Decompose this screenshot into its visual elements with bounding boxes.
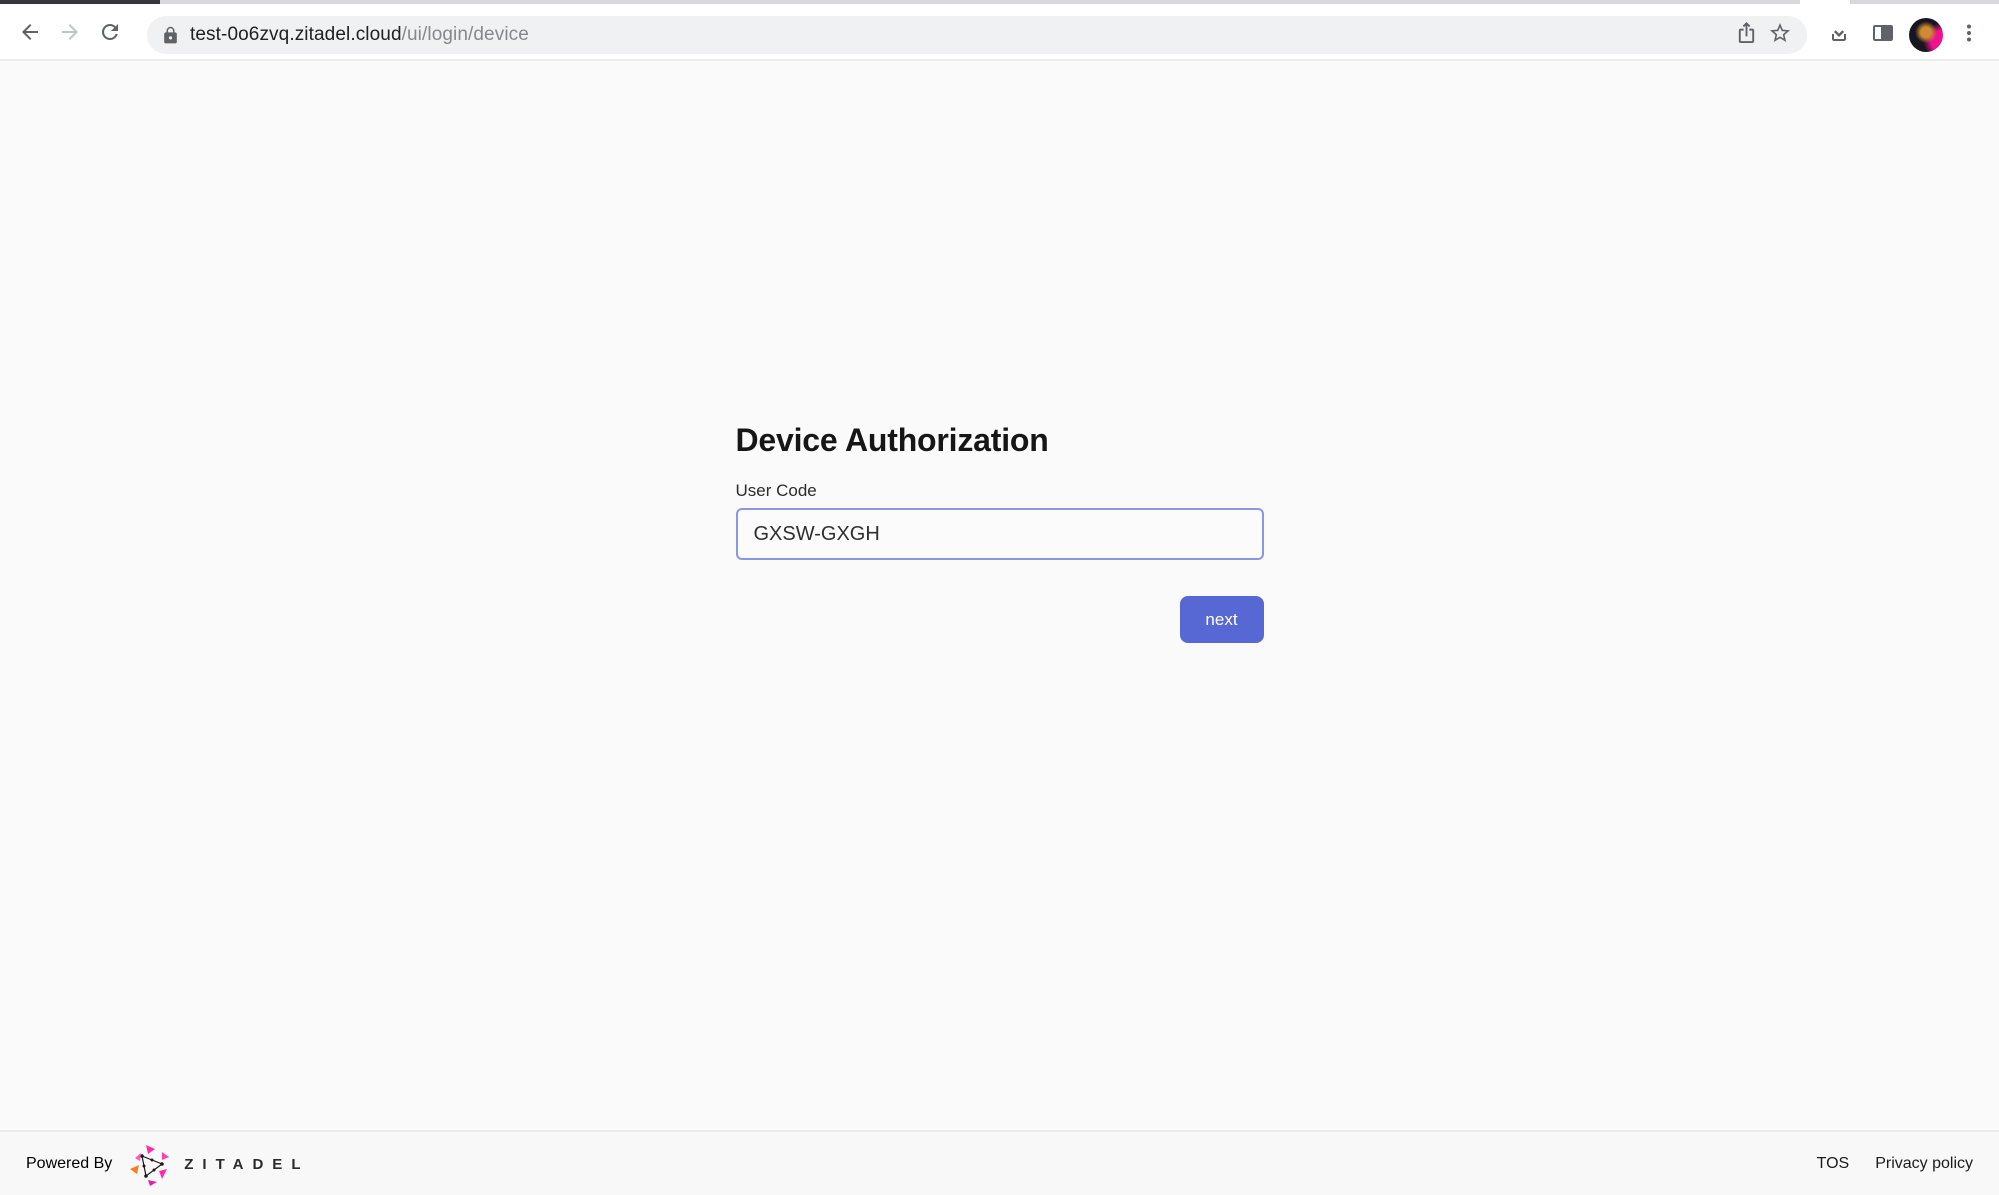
user-code-input[interactable] <box>736 508 1264 560</box>
url-host: test-0o6zvq.zitadel.cloud <box>190 24 402 45</box>
menu-icon <box>1957 21 1981 50</box>
page-title: Device Authorization <box>736 418 1264 462</box>
footer: Powered By ZITADEL TOS <box>0 1130 1999 1195</box>
zitadel-logo-icon <box>128 1142 172 1186</box>
reload-button[interactable] <box>90 12 130 52</box>
forward-icon <box>58 20 82 44</box>
powered-by-link[interactable]: Powered By ZITADEL <box>26 1142 309 1186</box>
lock-icon[interactable] <box>161 26 180 45</box>
next-button[interactable]: next <box>1180 596 1264 643</box>
login-page: Device Authorization User Code next <box>0 63 1999 1130</box>
bookmark-button[interactable] <box>1763 18 1797 52</box>
downloads-button[interactable] <box>1821 17 1857 53</box>
forward-button[interactable] <box>50 12 90 52</box>
share-icon <box>1735 21 1758 49</box>
share-button[interactable] <box>1729 18 1763 52</box>
browser-menu-button[interactable] <box>1951 17 1987 53</box>
tos-link[interactable]: TOS <box>1817 1155 1850 1173</box>
back-icon <box>18 20 42 44</box>
form-actions: next <box>736 596 1264 643</box>
user-code-label: User Code <box>736 480 1264 501</box>
zitadel-wordmark: ZITADEL <box>184 1154 309 1173</box>
url-path: /ui/login/device <box>402 24 529 45</box>
star-icon <box>1768 21 1792 50</box>
profile-avatar[interactable] <box>1909 18 1943 52</box>
footer-links: TOS Privacy policy <box>1817 1155 1973 1173</box>
browser-toolbar: test-0o6zvq.zitadel.cloud/ui/login/devic… <box>0 4 1999 61</box>
side-panel-icon <box>1871 21 1895 50</box>
back-button[interactable] <box>10 12 50 52</box>
address-bar[interactable]: test-0o6zvq.zitadel.cloud/ui/login/devic… <box>147 16 1807 54</box>
url-text: test-0o6zvq.zitadel.cloud/ui/login/devic… <box>190 24 529 46</box>
download-icon <box>1827 21 1851 50</box>
side-panel-button[interactable] <box>1865 17 1901 53</box>
privacy-policy-link[interactable]: Privacy policy <box>1875 1155 1973 1173</box>
toolbar-right-cluster <box>1821 16 1987 54</box>
powered-by-label: Powered By <box>26 1155 112 1173</box>
reload-icon <box>98 20 122 44</box>
device-auth-card: Device Authorization User Code next <box>736 63 1264 643</box>
